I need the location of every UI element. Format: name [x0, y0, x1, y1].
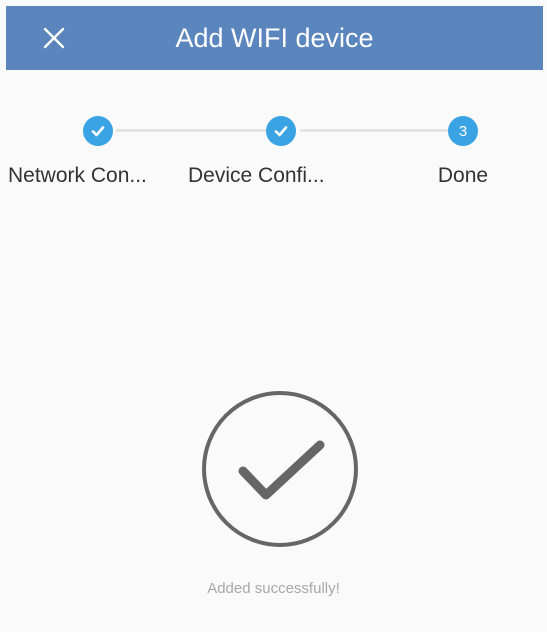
step-3-indicator: 3: [448, 116, 478, 146]
page-title: Add WIFI device: [175, 23, 374, 53]
step-connector-1: [116, 129, 266, 132]
progress-stepper: 3 Network Con... Device Confi... Done: [0, 112, 547, 202]
success-check-circle-icon: [202, 391, 358, 547]
check-icon: [274, 126, 288, 137]
step-3-label: Done: [437, 164, 489, 187]
step-1-label: Network Con...: [8, 164, 147, 187]
add-wifi-device-screen: Add WIFI device 3 Network Con... Device …: [0, 0, 547, 632]
close-icon: [43, 27, 65, 49]
step-connector-2: [300, 129, 448, 132]
check-icon: [91, 126, 105, 137]
header-bar: Add WIFI device: [6, 6, 543, 70]
step-1-indicator: [83, 116, 113, 146]
success-message: Added successfully!: [207, 580, 340, 597]
close-button[interactable]: [36, 20, 72, 56]
step-2-indicator: [266, 116, 296, 146]
step-2-label: Device Confi...: [188, 164, 325, 187]
